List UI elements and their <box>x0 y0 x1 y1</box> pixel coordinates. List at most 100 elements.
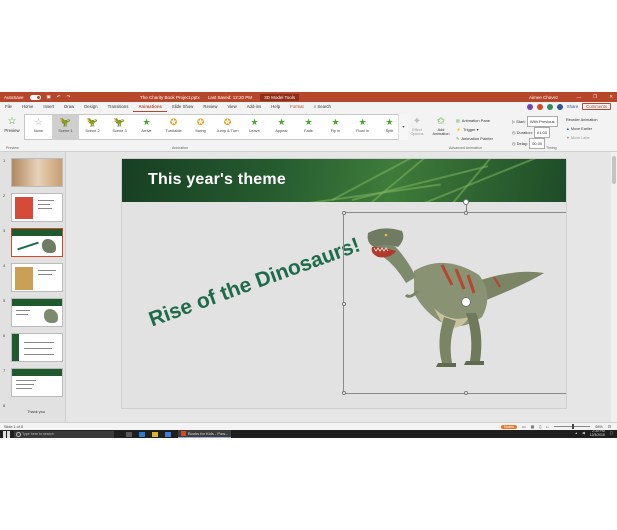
animation-leave[interactable]: ★ Leave <box>241 115 268 140</box>
slide-sorter-icon[interactable]: ▦ <box>531 424 535 429</box>
autosave-toggle[interactable] <box>29 94 41 100</box>
animation-label: Swing <box>195 128 206 133</box>
preview-button[interactable]: ☆ Preview <box>3 116 21 133</box>
animation-appear[interactable]: ★ Appear <box>268 115 295 140</box>
slide-8-preview-text: Thank you <box>27 410 45 414</box>
file-explorer-icon[interactable] <box>152 431 158 437</box>
tab-add-ins[interactable]: Add-ins <box>242 102 267 112</box>
tab-insert[interactable]: Insert <box>38 102 59 112</box>
animation-pane-button[interactable]: ▤ Animation Pane <box>456 116 493 125</box>
duration-stepper[interactable]: 01.00 <box>533 127 550 138</box>
effect-options-button[interactable]: ✦ Effect Options <box>410 116 424 136</box>
store-icon[interactable] <box>165 431 171 437</box>
search-tell-me[interactable]: ⌕ Search <box>309 102 336 112</box>
tab-draw[interactable]: Draw <box>59 102 79 112</box>
normal-view-icon[interactable]: ▭ <box>522 424 526 429</box>
add-animation-icon: ✩ <box>436 116 446 127</box>
slide-number: 4 <box>3 263 6 268</box>
add-animation-button[interactable]: ✩ Add Animation <box>430 116 452 136</box>
star-icon: ☆ <box>7 116 17 127</box>
animation-scene-3[interactable]: 🦖 Scene 3 <box>106 115 133 140</box>
3d-model-selection[interactable] <box>342 199 566 395</box>
animation-effect-icon: 🦖 <box>113 117 126 127</box>
animation-label: Scene 3 <box>112 128 127 133</box>
share-button[interactable]: Share <box>567 104 578 109</box>
animation-arrive[interactable]: ★ Arrive <box>133 115 160 140</box>
close-button[interactable]: ✕ <box>609 94 613 100</box>
notifications-icon[interactable]: ▢ <box>610 432 613 436</box>
move-later-button[interactable]: ▼ Move Later <box>566 134 597 143</box>
add-animation-label: Add Animation <box>432 128 450 136</box>
collab-avatar-icon[interactable] <box>526 103 533 110</box>
zoom-level[interactable]: 98% <box>595 425 603 429</box>
painter-icon: ✎ <box>456 136 460 141</box>
animation-label: Turntable <box>165 128 182 133</box>
animation-turntable[interactable]: ✪ Turntable <box>160 115 187 140</box>
rotate-handle[interactable] <box>463 199 469 205</box>
edge-icon[interactable] <box>139 431 145 437</box>
comments-button[interactable]: Comments <box>582 103 611 110</box>
slideshow-icon[interactable]: ▻ <box>546 424 549 429</box>
slide-canvas[interactable]: This year's theme Rise of the Dinosaurs! <box>121 158 567 409</box>
tab-slide-show[interactable]: Slide Show <box>167 102 199 112</box>
tab-view[interactable]: View <box>222 102 241 112</box>
slide-number: 7 <box>3 368 6 373</box>
start-select[interactable]: With Previous <box>526 116 558 127</box>
animation-label: Arrive <box>141 128 152 133</box>
tab-transitions[interactable]: Transitions <box>103 102 134 112</box>
zoom-slider[interactable] <box>554 424 591 429</box>
collab-avatar-icon[interactable] <box>536 103 543 110</box>
minimize-button[interactable]: — <box>577 95 582 100</box>
slide-editor: This year's theme Rise of the Dinosaurs! <box>67 152 611 422</box>
animation-none[interactable]: ☆ None <box>25 115 52 140</box>
fit-slide-icon[interactable]: ⊡ <box>608 424 611 429</box>
tab-file[interactable]: File <box>0 102 17 112</box>
animation-fade[interactable]: ★ Fade <box>295 115 322 140</box>
volume-icon[interactable]: ◀ <box>582 432 585 436</box>
animation-painter-button[interactable]: ✎ Animation Painter <box>456 134 493 143</box>
animation-effect-icon: ✪ <box>169 117 178 127</box>
reading-view-icon[interactable]: ▯ <box>539 424 541 429</box>
clock[interactable]: 2:30 PM 12/3/2018 <box>590 430 605 437</box>
animation-label: Fly In <box>330 128 341 133</box>
network-icon[interactable]: ▴ <box>575 432 577 436</box>
tab-review[interactable]: Review <box>198 102 222 112</box>
save-icon[interactable]: ▣ <box>47 94 51 100</box>
windows-start-icon[interactable] <box>3 430 10 438</box>
collab-avatar-icon[interactable] <box>546 103 553 110</box>
task-view-icon[interactable] <box>126 431 132 437</box>
trigger-button[interactable]: ⚡ Trigger ▾ <box>456 125 493 134</box>
tab-design[interactable]: Design <box>79 102 102 112</box>
user-name[interactable]: Aimee Chavez <box>529 95 558 100</box>
restore-button[interactable]: ❐ <box>593 94 597 100</box>
tab-animations[interactable]: Animations <box>133 102 167 112</box>
document-title: The Charity Book Project.pptx <box>140 94 200 100</box>
slide-title[interactable]: This year's theme <box>148 171 286 189</box>
animation-swing[interactable]: ✪ Swing <box>187 115 214 140</box>
redo-icon[interactable]: ↷ <box>67 94 71 100</box>
taskbar-search-input[interactable]: Type here to search <box>14 430 114 438</box>
slide-subtitle[interactable]: Rise of the Dinosaurs! <box>146 233 364 332</box>
gallery-more-icon[interactable]: ▾ <box>398 114 408 140</box>
slide-number: 1 <box>3 158 6 163</box>
tab-help[interactable]: Help <box>266 102 285 112</box>
group-label-advanced: Advanced Animation <box>449 146 482 150</box>
undo-icon[interactable]: ↶ <box>57 94 61 100</box>
animation-scene-1[interactable]: 🦖 Scene 1 <box>52 115 79 140</box>
group-label-timing: Timing <box>546 146 557 150</box>
animation-jump-turn[interactable]: ✪ Jump & Turn <box>214 115 241 140</box>
move-earlier-button[interactable]: ▲ Move Earlier <box>566 125 597 134</box>
tab-format[interactable]: Format <box>285 102 309 112</box>
animation-gallery: ☆ None 🦖 Scene 1 🦖 Scene 2 🦖 Scene 3 ★ Arrive ✪ Tur… <box>24 114 408 140</box>
animation-scene-2[interactable]: 🦖 Scene 2 <box>79 115 106 140</box>
animation-label: Leave <box>249 128 260 133</box>
animation-float-in[interactable]: ★ Float In <box>349 115 376 140</box>
windows-taskbar: Type here to search Books for Kids - Pow… <box>0 430 617 438</box>
notes-button[interactable]: Notes <box>501 424 517 429</box>
vertical-scrollbar[interactable] <box>611 152 617 422</box>
collab-avatar-icon[interactable] <box>556 103 563 110</box>
taskbar-powerpoint-app[interactable]: Books for Kids - Pow... <box>178 430 232 438</box>
tab-home[interactable]: Home <box>17 102 38 112</box>
animation-fly-in[interactable]: ★ Fly In <box>322 115 349 140</box>
3d-rotate-icon[interactable] <box>461 297 471 307</box>
